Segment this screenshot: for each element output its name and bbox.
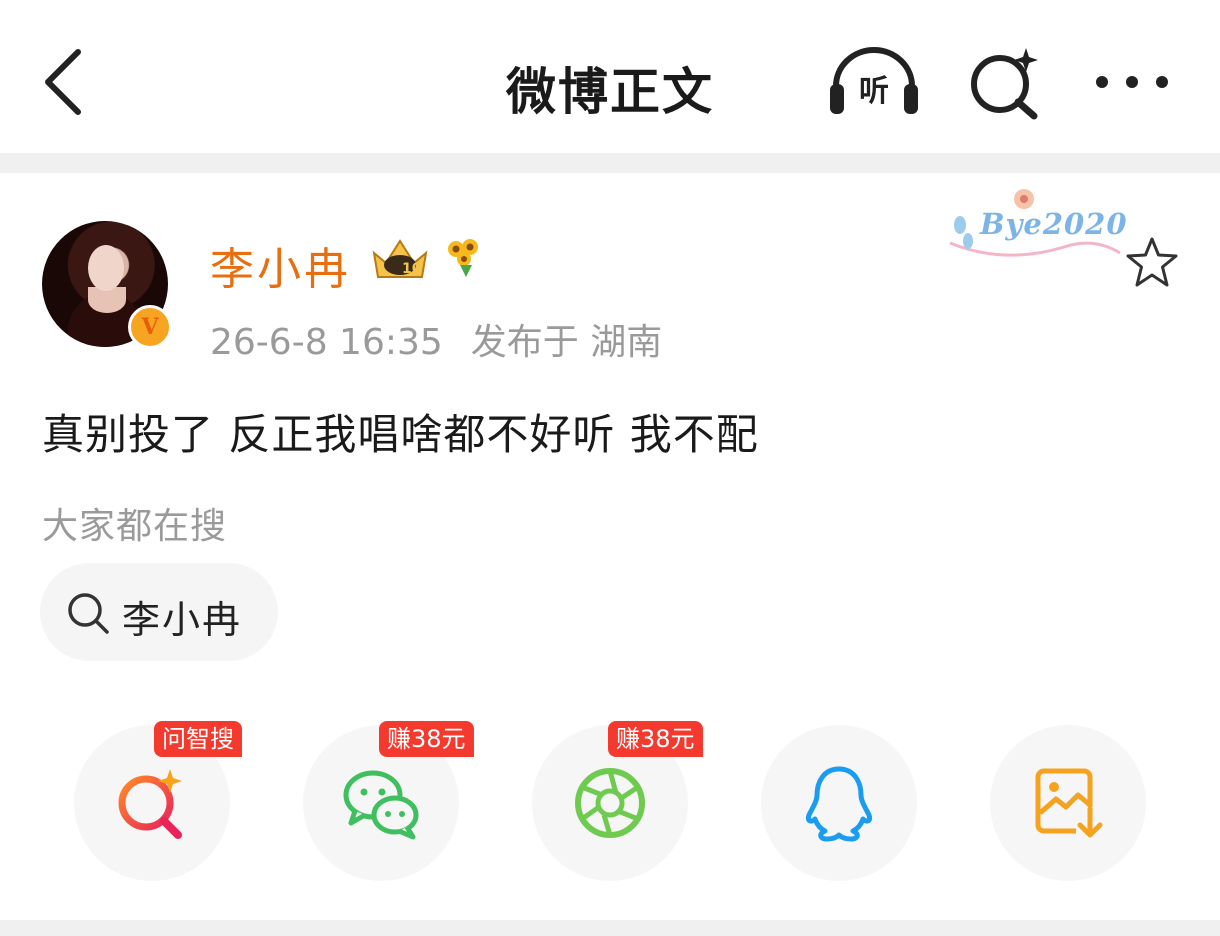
verified-mark: V: [141, 314, 159, 340]
search-icon: [68, 593, 109, 634]
crown-badge-icon: 10: [372, 239, 428, 278]
wechat-icon: [343, 770, 419, 840]
share-tag-wechat: 赚38元: [379, 721, 474, 757]
avatar-figure-face: [88, 245, 124, 291]
share-qq-button[interactable]: [761, 725, 917, 881]
verified-badge: V: [128, 305, 172, 349]
qq-penguin-icon: [806, 766, 872, 842]
share-tag-moments: 赚38元: [608, 721, 703, 757]
favorite-button[interactable]: [1124, 235, 1180, 291]
save-image-icon: [1035, 768, 1104, 839]
post-meta: 26-6-8 16:35 发布于 湖南: [210, 313, 662, 365]
hot-search-heading: 大家都在搜: [42, 506, 228, 547]
ai-search-button[interactable]: [966, 44, 1044, 122]
hot-search-query: 李小冉: [122, 598, 243, 642]
post-location: 发布于 湖南: [470, 322, 663, 363]
author-name[interactable]: 李小冉: [210, 233, 351, 297]
share-tag-ai-search: 问智搜: [154, 721, 242, 757]
bye2020-text: Bye2020: [980, 207, 1128, 241]
sunflower-badge-icon: [448, 239, 478, 277]
listen-button[interactable]: 听: [826, 46, 922, 118]
share-save-image-button[interactable]: [990, 725, 1146, 881]
share-moments-button[interactable]: 赚38元: [532, 721, 703, 881]
section-divider: [0, 153, 1220, 173]
moments-aperture-icon: [575, 768, 645, 838]
author-avatar[interactable]: V: [42, 221, 176, 355]
share-wechat-button[interactable]: 赚38元: [303, 721, 474, 881]
share-ai-search-button[interactable]: 问智搜: [74, 721, 242, 881]
ai-search-color-icon: [118, 769, 182, 839]
bye2020-decoration: Bye2020: [944, 183, 1127, 265]
star-icon: [1126, 237, 1178, 287]
top-bar: 微博正文 听: [0, 0, 1220, 153]
weibo-post-page: 微博正文 听 V 李小冉 10 26-6-8 16:35 发布于 湖南 Bye2…: [0, 0, 1220, 936]
post-timestamp: 26-6-8 16:35: [210, 322, 443, 363]
post-card: V 李小冉 10 26-6-8 16:35 发布于 湖南 Bye2020 真别投…: [0, 173, 1220, 923]
ai-search-icon: [971, 48, 1038, 120]
listen-label: 听: [859, 74, 889, 109]
hot-search-chip[interactable]: 李小冉: [40, 563, 278, 661]
svg-text:10: 10: [402, 261, 422, 277]
more-dots-icon: [1096, 76, 1168, 88]
more-options-button[interactable]: [1090, 60, 1174, 104]
post-content: 真别投了 反正我唱啥都不好听 我不配: [42, 410, 759, 459]
bottom-divider: [0, 920, 1220, 936]
